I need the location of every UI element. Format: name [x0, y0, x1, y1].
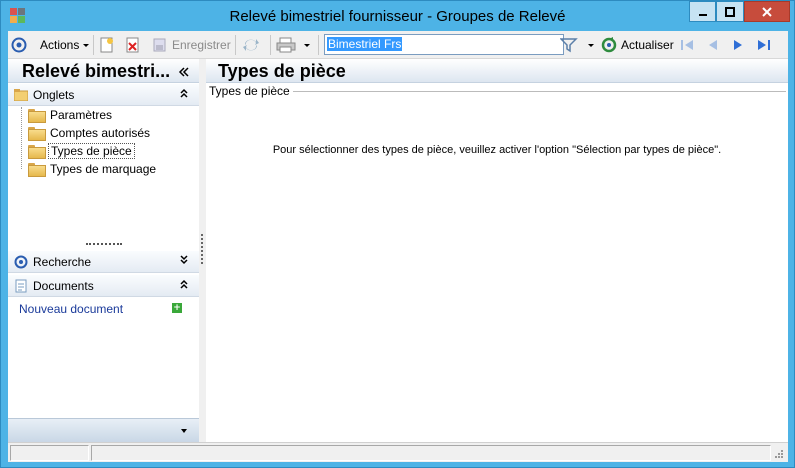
panel-splitter[interactable] [199, 59, 206, 442]
main-panel: Types de pièce Types de pièce Pour sélec… [206, 59, 788, 442]
next-record-button[interactable] [730, 31, 746, 59]
maximize-button[interactable] [716, 1, 744, 22]
chevron-down-icon [588, 44, 594, 47]
sync-icon [243, 39, 259, 51]
target-icon [14, 255, 28, 269]
delete-button[interactable] [126, 31, 140, 59]
folder-icon [28, 109, 46, 123]
section-documents-label: Documents [33, 279, 94, 293]
tree-item-label: Types de marquage [50, 162, 157, 176]
window-title: Relevé bimestriel fournisseur - Groupes … [229, 8, 566, 25]
section-onglets[interactable]: Onglets [8, 84, 199, 106]
new-document-link[interactable]: Nouveau document [19, 302, 123, 316]
chevron-right-icon [734, 40, 742, 50]
group-box-border [290, 91, 786, 92]
folder-icon [14, 89, 28, 101]
refresh-icon [601, 37, 617, 53]
delete-icon [126, 37, 139, 53]
minimize-button[interactable] [689, 1, 716, 22]
filter-button[interactable] [560, 31, 578, 59]
tree-item-comptes-autorises[interactable]: Comptes autorisés [28, 124, 152, 142]
save-label: Enregistrer [172, 38, 231, 52]
left-panel-header: Relevé bimestri... [8, 59, 199, 83]
resize-grip[interactable] [86, 243, 122, 245]
status-cell [10, 445, 89, 461]
main-panel-title: Types de pièce [218, 61, 346, 81]
info-message: Pour sélectionner des types de pièce, ve… [272, 144, 722, 156]
minimize-icon [698, 13, 707, 16]
toolbar-separator [93, 35, 94, 55]
print-button[interactable] [276, 31, 296, 59]
chevron-down-icon[interactable] [179, 426, 189, 436]
folder-icon [28, 127, 46, 141]
chevron-double-down-icon [180, 255, 188, 265]
sync-button[interactable] [242, 31, 260, 59]
search-input[interactable]: Bimestriel Frs [324, 34, 564, 55]
actions-menu[interactable]: Actions [40, 31, 91, 59]
tree-item-label: Types de pièce [48, 143, 135, 159]
new-document-icon [100, 37, 113, 53]
target-button[interactable] [11, 31, 27, 59]
chevron-left-icon [709, 40, 717, 50]
section-onglets-label: Onglets [33, 88, 75, 102]
save-button[interactable]: Enregistrer [152, 31, 231, 59]
toolbar-separator [235, 35, 236, 55]
filter-icon [560, 38, 578, 53]
tree-connector [21, 107, 22, 169]
actions-label: Actions [40, 38, 80, 52]
print-dropdown[interactable] [302, 31, 312, 59]
app-window: Relevé bimestriel fournisseur - Groupes … [0, 0, 795, 468]
printer-icon [276, 37, 296, 53]
first-record-button[interactable] [679, 31, 695, 59]
left-panel-title: Relevé bimestri... [22, 61, 171, 81]
document-icon [15, 279, 27, 293]
first-record-icon [681, 40, 693, 50]
chevron-down-icon [304, 44, 310, 47]
left-panel-footer [8, 418, 199, 442]
toolbar-separator [270, 35, 271, 55]
left-panel: Relevé bimestri... Onglets Paramètres Co… [8, 59, 199, 442]
folder-open-icon [28, 145, 46, 159]
tree-item-types-de-piece[interactable]: Types de pièce [28, 142, 135, 160]
search-value: Bimestriel Frs [327, 37, 403, 51]
tree-item-label: Comptes autorisés [50, 126, 151, 140]
title-bar[interactable]: Relevé bimestriel fournisseur - Groupes … [1, 1, 794, 31]
last-record-icon [758, 40, 770, 50]
tree-item-label: Paramètres [50, 108, 113, 122]
collapse-left-icon[interactable] [178, 66, 190, 78]
main-panel-header: Types de pièce [206, 59, 788, 83]
close-icon [762, 6, 772, 17]
refresh-label: Actualiser [621, 38, 674, 52]
filter-dropdown[interactable] [586, 31, 596, 59]
chevron-down-icon [83, 44, 90, 47]
add-icon[interactable]: + [172, 303, 182, 313]
section-recherche[interactable]: Recherche [8, 251, 199, 273]
status-cell [91, 445, 771, 461]
close-button[interactable] [744, 1, 790, 22]
refresh-button[interactable]: Actualiser [601, 31, 674, 59]
save-icon [153, 38, 166, 52]
toolbar: Actions Enregistrer Bimestriel Frs Actua… [8, 31, 788, 59]
previous-record-button[interactable] [705, 31, 721, 59]
maximize-icon [725, 6, 735, 17]
target-icon [11, 37, 27, 53]
tree-item-types-de-marquage[interactable]: Types de marquage [28, 160, 158, 178]
new-button[interactable] [100, 31, 114, 59]
section-documents[interactable]: Documents [8, 275, 199, 297]
tree-item-parametres[interactable]: Paramètres [28, 106, 114, 124]
last-record-button[interactable] [756, 31, 772, 59]
resize-grip-icon[interactable] [774, 449, 784, 459]
toolbar-separator [318, 35, 319, 55]
status-bar [8, 442, 788, 462]
group-box-label: Types de pièce [209, 84, 293, 98]
folder-icon [28, 163, 46, 177]
chevron-double-up-icon [180, 88, 188, 98]
section-recherche-label: Recherche [33, 255, 92, 269]
chevron-double-up-icon [180, 279, 188, 289]
splitter-grip [201, 234, 203, 264]
